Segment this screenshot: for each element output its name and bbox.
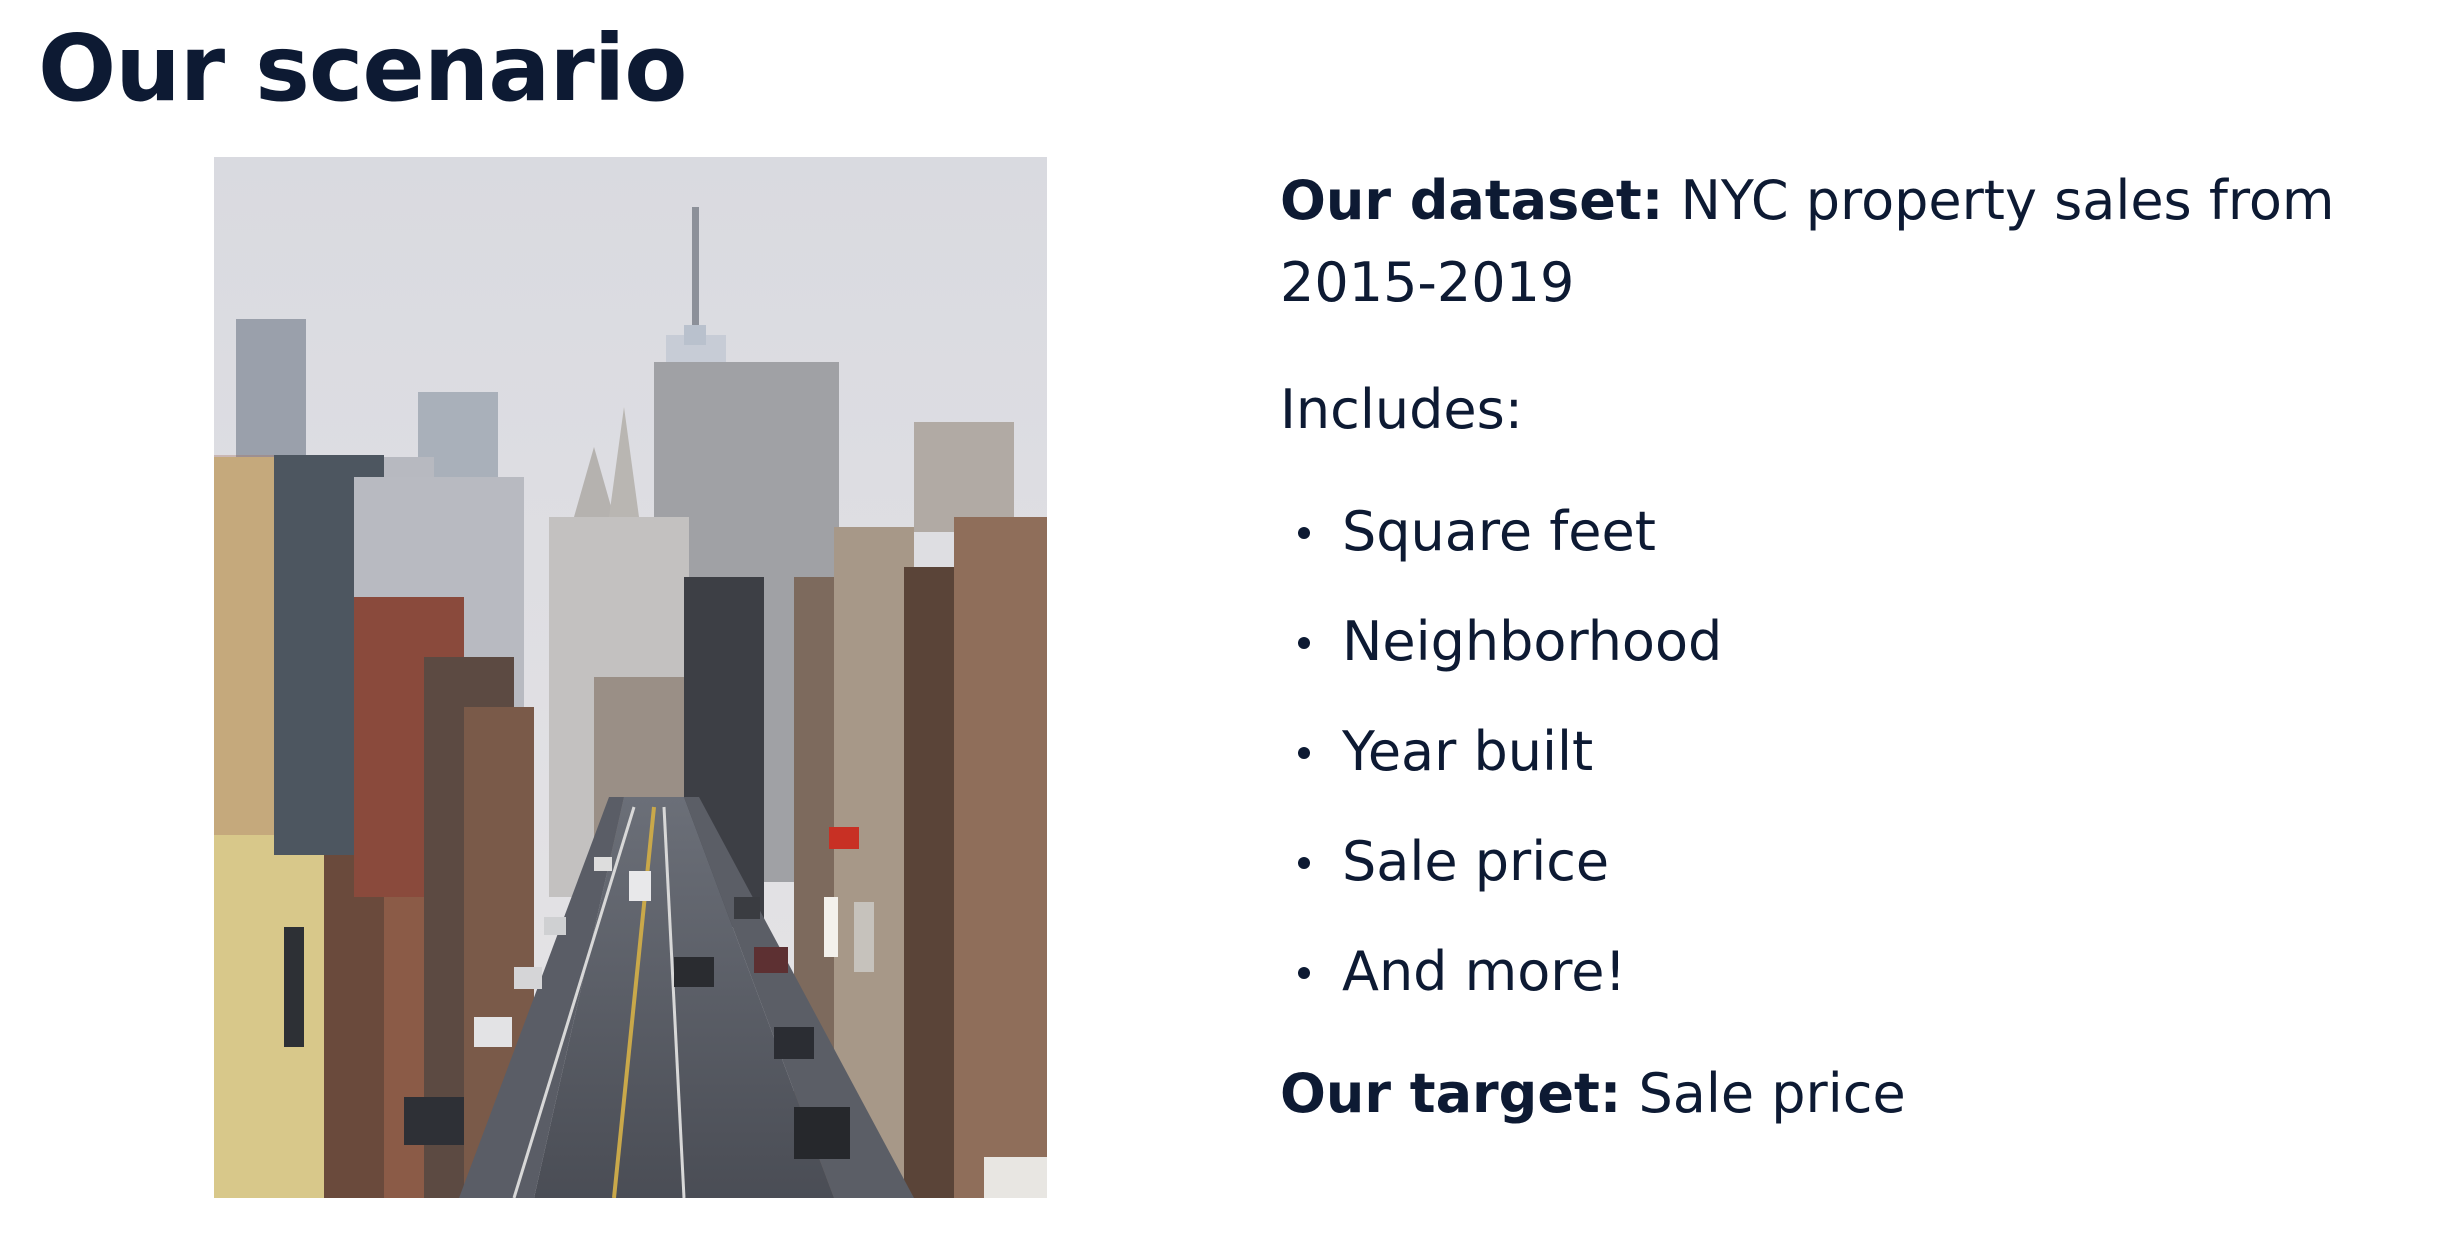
feature-list-item: Year built: [1280, 697, 2420, 807]
includes-label: Includes:: [1280, 378, 1523, 441]
target-line: Our target: Sale price: [1280, 1053, 2420, 1135]
feature-list: Square feet Neighborhood Year built Sale…: [1280, 477, 2420, 1027]
scenario-text: Our dataset: NYC property sales from 201…: [1280, 160, 2420, 1135]
target-text: Sale price: [1621, 1062, 1906, 1125]
feature-list-item: Square feet: [1280, 477, 2420, 587]
feature-list-item: Sale price: [1280, 807, 2420, 917]
target-label: Our target:: [1280, 1062, 1622, 1125]
feature-list-item: Neighborhood: [1280, 587, 2420, 697]
city-street-illustration: [214, 157, 1047, 1198]
city-street-photo: [214, 157, 1047, 1198]
dataset-label: Our dataset:: [1280, 169, 1664, 232]
slide-title: Our scenario: [38, 15, 687, 122]
feature-list-item: And more!: [1280, 917, 2420, 1027]
dataset-line: Our dataset: NYC property sales from 201…: [1280, 160, 2420, 324]
